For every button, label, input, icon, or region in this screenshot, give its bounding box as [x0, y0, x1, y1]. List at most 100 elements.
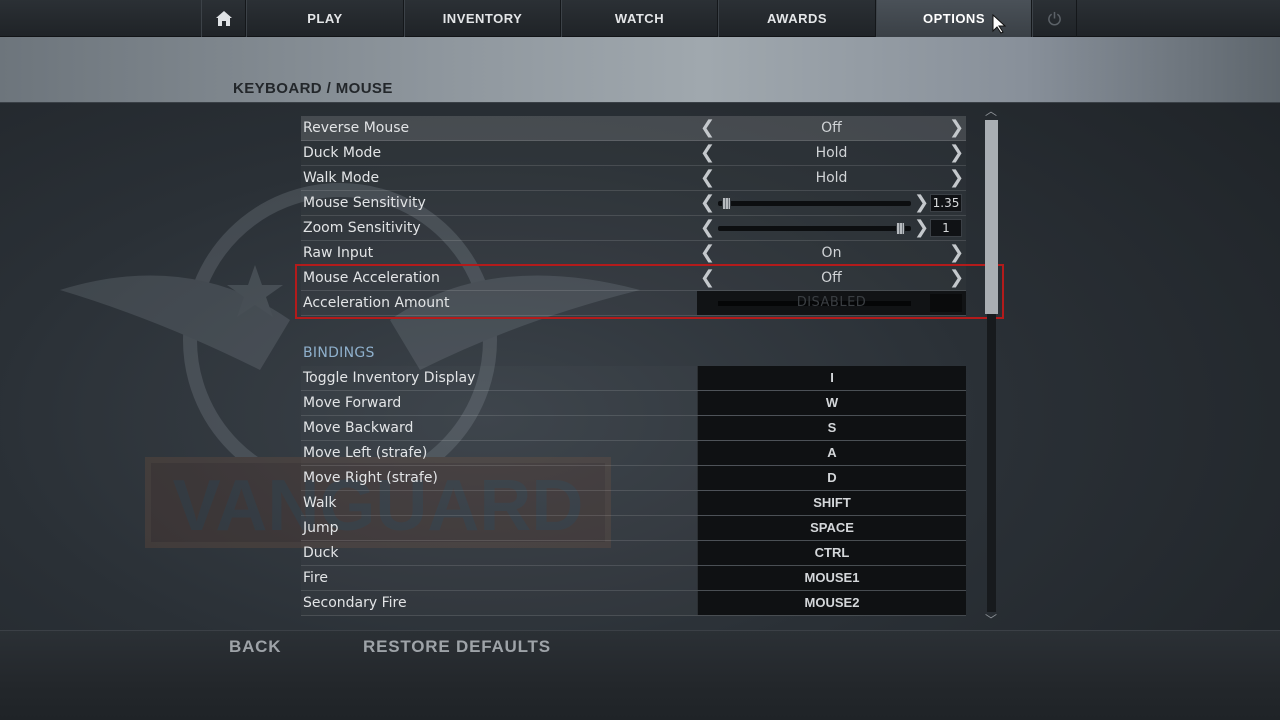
top-nav: PLAY INVENTORY WATCH AWARDS OPTIONS	[0, 0, 1280, 37]
setting-value: Hold	[815, 145, 848, 161]
chevron-left-icon[interactable]: ❮	[700, 268, 715, 288]
slider-control: ❮ ❯ 1.35	[697, 191, 966, 215]
back-button[interactable]: BACK	[229, 637, 281, 657]
key-binding[interactable]: CTRL	[697, 541, 966, 565]
choice-control: ❮ Hold ❯	[697, 166, 966, 190]
disabled-slider-control: DISABLED	[697, 291, 966, 315]
binding-row[interactable]: Fire MOUSE1	[301, 566, 966, 591]
binding-row[interactable]: Move Forward W	[301, 391, 966, 416]
setting-walk-mode[interactable]: Walk Mode ❮ Hold ❯	[301, 166, 966, 191]
setting-label: Duck Mode	[303, 145, 382, 161]
chevron-left-icon[interactable]: ❮	[700, 243, 715, 263]
binding-row[interactable]: Toggle Inventory Display I	[301, 366, 966, 391]
setting-label: Raw Input	[303, 245, 374, 261]
binding-label: Move Left (strafe)	[303, 445, 428, 461]
slider-handle[interactable]	[896, 222, 906, 235]
key-binding[interactable]: I	[697, 366, 966, 390]
chevron-right-icon[interactable]: ❯	[949, 243, 964, 263]
slider-track[interactable]	[718, 222, 911, 235]
slider-value[interactable]: 1	[930, 219, 962, 237]
binding-label: Jump	[303, 520, 339, 536]
binding-label: Secondary Fire	[303, 595, 407, 611]
chevron-left-icon[interactable]: ❮	[700, 118, 715, 138]
key-binding[interactable]: SHIFT	[697, 491, 966, 515]
binding-label: Move Right (strafe)	[303, 470, 438, 486]
setting-value: Hold	[815, 170, 848, 186]
key-binding[interactable]: S	[697, 416, 966, 440]
setting-reverse-mouse[interactable]: Reverse Mouse ❮ Off ❯	[301, 116, 966, 141]
restore-defaults-button[interactable]: RESTORE DEFAULTS	[363, 637, 551, 657]
binding-label: Duck	[303, 545, 339, 561]
tab-inventory[interactable]: INVENTORY	[404, 0, 561, 37]
setting-mouse-acceleration[interactable]: Mouse Acceleration ❮ Off ❯	[301, 266, 966, 291]
setting-label: Acceleration Amount	[303, 295, 450, 311]
slider-value[interactable]: 1.35	[930, 194, 962, 212]
key-binding[interactable]: D	[697, 466, 966, 490]
choice-control: ❮ On ❯	[697, 241, 966, 265]
disabled-label: DISABLED	[796, 295, 867, 310]
scroll-up-icon[interactable]: ︿	[982, 105, 1000, 117]
key-binding[interactable]: W	[697, 391, 966, 415]
tab-awards[interactable]: AWARDS	[718, 0, 876, 37]
mouse-cursor-icon	[992, 14, 1007, 34]
chevron-left-icon[interactable]: ❮	[700, 193, 715, 213]
header-band	[0, 37, 1280, 103]
chevron-right-icon[interactable]: ❯	[949, 168, 964, 188]
setting-label: Zoom Sensitivity	[303, 220, 421, 236]
chevron-left-icon[interactable]: ❮	[700, 168, 715, 188]
setting-mouse-sensitivity[interactable]: Mouse Sensitivity ❮ ❯ 1.35	[301, 191, 966, 216]
binding-row[interactable]: Move Left (strafe) A	[301, 441, 966, 466]
chevron-right-icon[interactable]: ❯	[949, 118, 964, 138]
key-binding[interactable]: A	[697, 441, 966, 465]
power-button[interactable]	[1032, 0, 1077, 37]
setting-acceleration-amount: Acceleration Amount DISABLED	[301, 291, 966, 316]
key-binding[interactable]: SPACE	[697, 516, 966, 540]
slider-control: ❮ ❯ 1	[697, 216, 966, 240]
slider-handle[interactable]	[721, 197, 731, 210]
setting-raw-input[interactable]: Raw Input ❮ On ❯	[301, 241, 966, 266]
setting-label: Mouse Sensitivity	[303, 195, 426, 211]
binding-label: Fire	[303, 570, 328, 586]
binding-row[interactable]: Duck CTRL	[301, 541, 966, 566]
home-icon	[215, 11, 232, 26]
setting-label: Mouse Acceleration	[303, 270, 440, 286]
choice-control: ❮ Off ❯	[697, 266, 966, 290]
setting-value: On	[821, 245, 842, 261]
binding-label: Move Backward	[303, 420, 414, 436]
setting-duck-mode[interactable]: Duck Mode ❮ Hold ❯	[301, 141, 966, 166]
setting-value: Off	[821, 270, 842, 286]
binding-row[interactable]: Jump SPACE	[301, 516, 966, 541]
binding-row[interactable]: Walk SHIFT	[301, 491, 966, 516]
tab-watch[interactable]: WATCH	[561, 0, 718, 37]
chevron-right-icon[interactable]: ❯	[914, 218, 929, 238]
footer-bar	[0, 630, 1280, 720]
binding-label: Move Forward	[303, 395, 402, 411]
binding-row[interactable]: Move Backward S	[301, 416, 966, 441]
choice-control: ❮ Off ❯	[697, 116, 966, 140]
slider-track[interactable]	[718, 197, 911, 210]
chevron-right-icon[interactable]: ❯	[914, 193, 929, 213]
scrollbar-thumb[interactable]	[985, 120, 998, 314]
section-title: KEYBOARD / MOUSE	[233, 80, 393, 97]
setting-label: Reverse Mouse	[303, 120, 410, 136]
nav-home-button[interactable]	[201, 0, 246, 37]
binding-row[interactable]: Secondary Fire MOUSE2	[301, 591, 966, 616]
binding-label: Walk	[303, 495, 337, 511]
key-binding[interactable]: MOUSE2	[697, 591, 966, 615]
power-icon	[1048, 11, 1061, 26]
setting-label: Walk Mode	[303, 170, 380, 186]
settings-list: Reverse Mouse ❮ Off ❯ Duck Mode ❮ Hold ❯…	[301, 116, 966, 316]
setting-zoom-sensitivity[interactable]: Zoom Sensitivity ❮ ❯ 1	[301, 216, 966, 241]
binding-row[interactable]: Move Right (strafe) D	[301, 466, 966, 491]
binding-label: Toggle Inventory Display	[303, 370, 476, 386]
choice-control: ❮ Hold ❯	[697, 141, 966, 165]
setting-value: Off	[821, 120, 842, 136]
chevron-right-icon[interactable]: ❯	[949, 143, 964, 163]
scroll-down-icon[interactable]: ﹀	[982, 614, 1000, 626]
chevron-left-icon[interactable]: ❮	[700, 218, 715, 238]
bindings-header: BINDINGS	[303, 345, 375, 361]
key-binding[interactable]: MOUSE1	[697, 566, 966, 590]
chevron-left-icon[interactable]: ❮	[700, 143, 715, 163]
chevron-right-icon[interactable]: ❯	[949, 268, 964, 288]
tab-play[interactable]: PLAY	[246, 0, 404, 37]
